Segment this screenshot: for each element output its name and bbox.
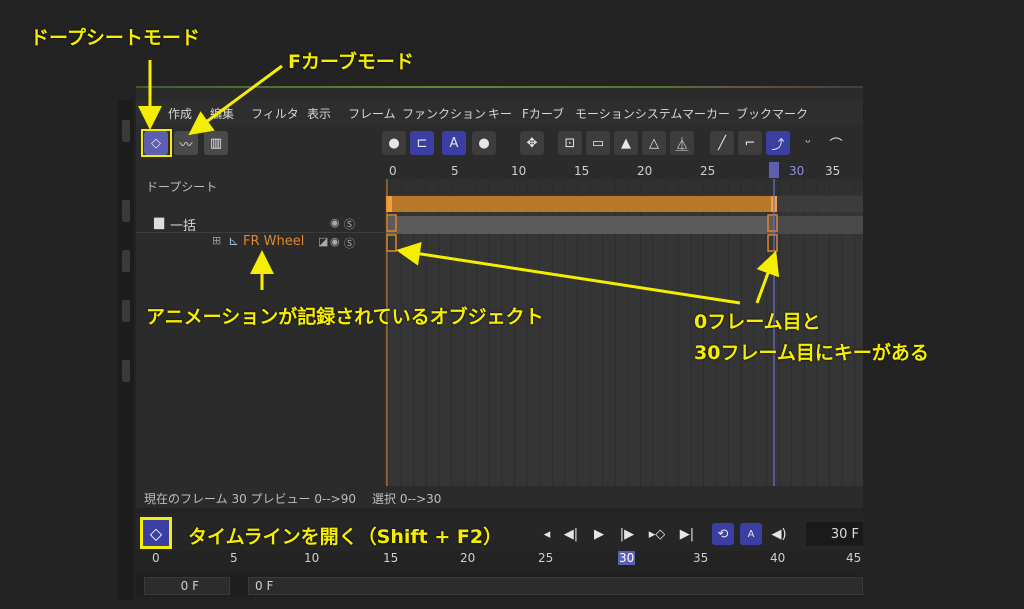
annotation-fcurve-mode: Fカーブモード [288, 51, 414, 73]
annotation-keys-line2: 30フレーム目にキーがある [694, 342, 929, 364]
annotation-animated-object: アニメーションが記録されているオブジェクト [146, 306, 544, 328]
annotation-dopesheet-mode: ドープシートモード [30, 27, 200, 49]
annotation-keys-line1: 0フレーム目と [694, 311, 821, 333]
annotation-open-timeline: タイムラインを開く（Shift + F2） [188, 526, 503, 548]
